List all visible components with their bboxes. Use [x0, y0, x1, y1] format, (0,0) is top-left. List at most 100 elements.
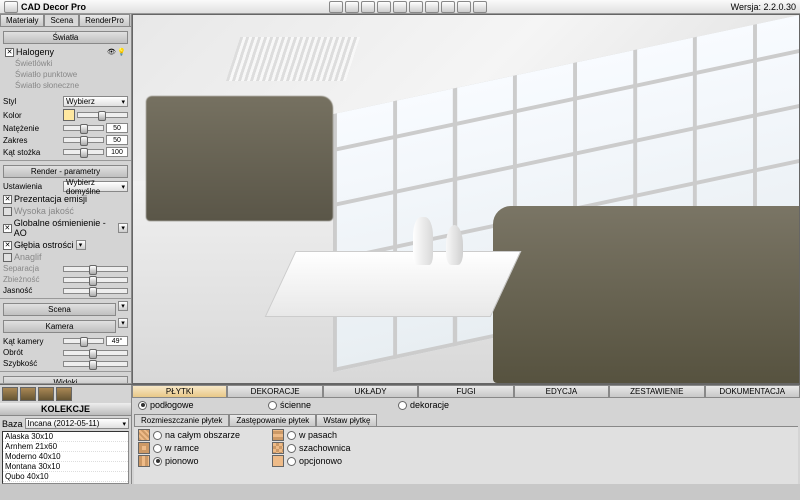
- chk-emission[interactable]: [3, 195, 12, 204]
- panel-kamera-title[interactable]: Kamera: [3, 320, 116, 333]
- type-label-scienne: ścienne: [280, 400, 311, 410]
- cone-value[interactable]: 100: [106, 147, 128, 157]
- radio-stripes[interactable]: [287, 431, 296, 440]
- scene-radiator: [226, 37, 360, 81]
- bright-label: Jasność: [3, 286, 61, 295]
- bot-tab-dokumentacja[interactable]: DOKUMENTACJA: [705, 385, 800, 398]
- tab-scena[interactable]: Scena: [44, 14, 79, 26]
- sub-tab-rozm[interactable]: Rozmieszczanie płytek: [134, 414, 229, 426]
- visible-icon[interactable]: 👁: [107, 48, 116, 56]
- label-vertical: pionowo: [165, 456, 199, 466]
- tb-btn-3[interactable]: [361, 1, 375, 13]
- placement-options: na całym obszarze w pasach w ramce szach…: [134, 426, 798, 484]
- cam-angle-slider[interactable]: [63, 338, 104, 344]
- intensity-value[interactable]: 50: [106, 123, 128, 133]
- light-item-1[interactable]: Świetlówki: [3, 58, 128, 69]
- kol-item-2[interactable]: Arnhem 21x60: [3, 442, 128, 452]
- conv-label: Zbieżność: [3, 275, 61, 284]
- swatch-chess: [272, 442, 284, 454]
- tab-materialy[interactable]: Materiały: [0, 14, 44, 26]
- radio-whole-area[interactable]: [153, 431, 162, 440]
- chk-ao[interactable]: [3, 224, 12, 233]
- kolekcje-list[interactable]: Alaska 30x10 Arnhem 21x60 Moderno 40x10 …: [2, 431, 129, 484]
- radio-vertical[interactable]: [153, 457, 162, 466]
- sub-tab-wstaw[interactable]: Wstaw płytkę: [316, 414, 377, 426]
- kamera-collapse-icon[interactable]: ▾: [118, 318, 128, 328]
- radio-chess[interactable]: [287, 444, 296, 453]
- type-label-podlogowe: podłogowe: [150, 400, 194, 410]
- tb-btn-7[interactable]: [425, 1, 439, 13]
- baza-combo[interactable]: Incana (2012-05-11): [25, 418, 129, 429]
- color-label: Kolor: [3, 111, 61, 120]
- type-radio-dekoracje[interactable]: [398, 401, 407, 410]
- tb-btn-8[interactable]: [441, 1, 455, 13]
- cone-slider[interactable]: [63, 149, 104, 155]
- tb-btn-4[interactable]: [377, 1, 391, 13]
- tb-btn-10[interactable]: [473, 1, 487, 13]
- type-radio-scienne[interactable]: [268, 401, 277, 410]
- bot-tab-zestawienie[interactable]: ZESTAWIENIE: [609, 385, 704, 398]
- tb-btn-5[interactable]: [393, 1, 407, 13]
- swatch-stripes: [272, 429, 284, 441]
- range-value[interactable]: 50: [106, 135, 128, 145]
- scena-collapse-icon[interactable]: ▾: [118, 301, 128, 311]
- tb-btn-6[interactable]: [409, 1, 423, 13]
- kol-item-3[interactable]: Moderno 40x10: [3, 452, 128, 462]
- type-label-dekoracje: dekoracje: [410, 400, 449, 410]
- label-stripes: w pasach: [299, 430, 337, 440]
- mat-thumb-1[interactable]: [2, 387, 18, 401]
- panel-scena-title[interactable]: Scena: [3, 303, 116, 316]
- cam-speed-slider[interactable]: [63, 361, 128, 367]
- color-slider[interactable]: [77, 112, 128, 118]
- cam-rot-slider[interactable]: [63, 350, 128, 356]
- bot-tab-edycja[interactable]: EDYCJA: [514, 385, 609, 398]
- chk-anaglif[interactable]: [3, 253, 12, 262]
- style-choose-button[interactable]: Wybierz: [63, 96, 128, 107]
- light-group-halogeny[interactable]: Halogeny👁💡: [3, 46, 128, 58]
- radio-optional[interactable]: [287, 457, 296, 466]
- light-color-swatch[interactable]: [63, 109, 75, 121]
- ao-expand-icon[interactable]: ▾: [118, 223, 128, 233]
- opt-ao: Globalne ośmienienie - AO: [14, 218, 117, 238]
- kol-item-1[interactable]: Alaska 30x10: [3, 432, 128, 442]
- sep-slider: [63, 266, 128, 272]
- range-label: Zakres: [3, 136, 61, 145]
- chk-hq[interactable]: [3, 207, 12, 216]
- panel-lights-title: Światła: [3, 31, 128, 44]
- tb-btn-9[interactable]: [457, 1, 471, 13]
- tb-btn-2[interactable]: [345, 1, 359, 13]
- type-radio-podlogowe[interactable]: [138, 401, 147, 410]
- label-frame: w ramce: [165, 443, 199, 453]
- bot-tab-plytki[interactable]: PŁYTKI: [132, 385, 227, 398]
- kol-item-6[interactable]: Retro 19x6: [3, 482, 128, 484]
- scene-coffee-table: [264, 251, 521, 317]
- intensity-slider[interactable]: [63, 125, 104, 131]
- kol-item-5[interactable]: Qubo 40x10: [3, 472, 128, 482]
- dof-expand-icon[interactable]: ▾: [76, 240, 86, 250]
- app-icon: [4, 1, 18, 13]
- expand-icon[interactable]: [5, 48, 14, 57]
- bright-slider[interactable]: [63, 288, 128, 294]
- swatch-frame: [138, 442, 150, 454]
- swatch-whole: [138, 429, 150, 441]
- bot-tab-uklady[interactable]: UKŁADY: [323, 385, 418, 398]
- bot-tab-fugi[interactable]: FUGI: [418, 385, 513, 398]
- label-optional: opcjonowo: [299, 456, 342, 466]
- render-viewport[interactable]: [132, 14, 800, 384]
- chk-dof[interactable]: [3, 241, 12, 250]
- settings-combo[interactable]: Wybierz domyślne: [63, 181, 128, 192]
- sub-tab-zast[interactable]: Zastępowanie płytek: [229, 414, 316, 426]
- mat-thumb-3[interactable]: [38, 387, 54, 401]
- bot-tab-dekoracje[interactable]: DEKORACJE: [227, 385, 322, 398]
- kol-item-4[interactable]: Montana 30x10: [3, 462, 128, 472]
- light-item-3[interactable]: Światło słoneczne: [3, 80, 128, 91]
- tab-renderpro[interactable]: RenderPro: [79, 14, 130, 26]
- radio-frame[interactable]: [153, 444, 162, 453]
- light-item-2[interactable]: Światło punktowe: [3, 69, 128, 80]
- light-icon[interactable]: 💡: [117, 48, 126, 56]
- range-slider[interactable]: [63, 137, 104, 143]
- mat-thumb-4[interactable]: [56, 387, 72, 401]
- cam-angle-value[interactable]: 49°: [106, 336, 128, 346]
- mat-thumb-2[interactable]: [20, 387, 36, 401]
- tb-btn-1[interactable]: [329, 1, 343, 13]
